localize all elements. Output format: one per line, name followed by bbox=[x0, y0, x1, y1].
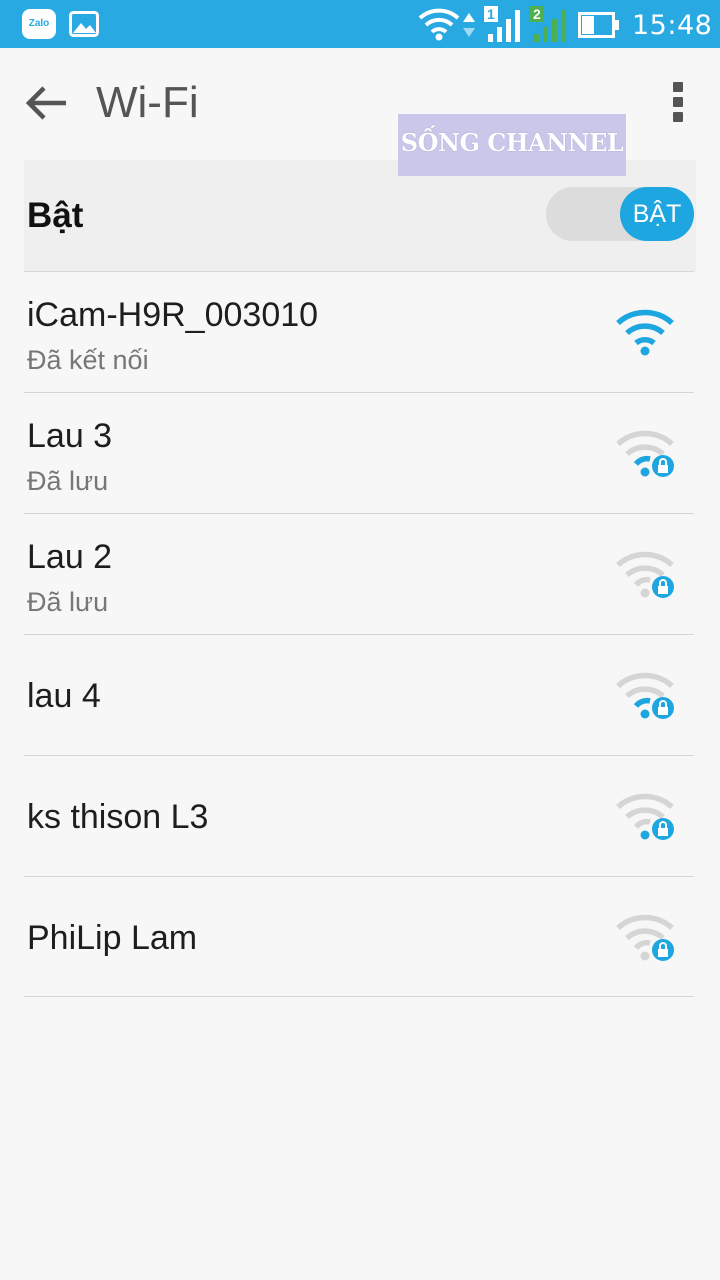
switch-state-text: BẬT bbox=[632, 200, 682, 228]
zalo-icon: Zalo bbox=[22, 9, 56, 39]
wifi-toggle-row[interactable]: Bật BẬT bbox=[24, 160, 696, 272]
wifi-locked-icon bbox=[616, 914, 674, 961]
gallery-icon bbox=[69, 11, 99, 37]
network-name: ks thison L3 bbox=[27, 798, 209, 836]
network-item[interactable]: ks thison L3 bbox=[24, 755, 694, 876]
more-options-icon[interactable] bbox=[668, 82, 688, 128]
sim2-label: 2 bbox=[533, 6, 541, 22]
network-item[interactable]: iCam-H9R_003010 Đã kết nối bbox=[24, 271, 694, 392]
zalo-icon-text: Zalo bbox=[28, 18, 50, 29]
network-status: Đã lưu bbox=[27, 466, 109, 496]
wifi-signal-icon bbox=[418, 8, 460, 41]
page-title: Wi-Fi bbox=[96, 78, 199, 127]
wifi-locked-icon bbox=[616, 551, 674, 598]
network-status: Đã kết nối bbox=[27, 345, 149, 375]
data-activity-icon bbox=[463, 13, 475, 37]
sim2-signal-icon: 2 bbox=[530, 6, 568, 42]
network-item[interactable]: Lau 3 Đã lưu bbox=[24, 392, 694, 513]
network-name: lau 4 bbox=[27, 677, 101, 715]
switch-knob: BẬT bbox=[620, 187, 694, 241]
network-name: Lau 2 bbox=[27, 538, 113, 576]
network-name: iCam-H9R_003010 bbox=[27, 296, 319, 334]
wifi-locked-icon bbox=[616, 430, 674, 477]
network-status: Đã lưu bbox=[27, 587, 109, 617]
wifi-toggle-label: Bật bbox=[27, 196, 84, 235]
network-name: PhiLip Lam bbox=[27, 919, 198, 957]
watermark-text: SỐNG CHANNEL bbox=[400, 128, 624, 157]
sim1-signal-icon: 1 bbox=[484, 6, 522, 42]
network-name: Lau 3 bbox=[27, 417, 113, 455]
list-divider bbox=[24, 996, 694, 997]
clock: 15:48 bbox=[632, 10, 713, 41]
network-item[interactable]: PhiLip Lam bbox=[24, 876, 694, 997]
network-item[interactable]: lau 4 bbox=[24, 634, 694, 755]
battery-icon bbox=[578, 12, 619, 38]
wifi-toggle-switch[interactable]: BẬT bbox=[546, 187, 694, 241]
channel-watermark: SỐNG CHANNEL bbox=[398, 114, 626, 176]
wifi-connected-icon bbox=[616, 309, 674, 356]
network-item[interactable]: Lau 2 Đã lưu bbox=[24, 513, 694, 634]
back-arrow-icon[interactable] bbox=[24, 80, 70, 126]
status-bar: Zalo 1 2 15:48 bbox=[0, 0, 720, 48]
wifi-locked-icon bbox=[616, 793, 674, 840]
sim1-label: 1 bbox=[487, 6, 495, 22]
wifi-locked-icon bbox=[616, 672, 674, 719]
